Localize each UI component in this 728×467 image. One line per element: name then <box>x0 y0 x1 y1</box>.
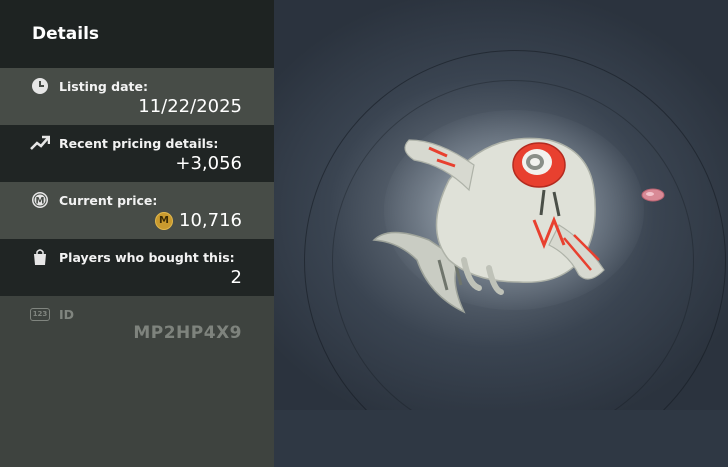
recent-pricing-label: Recent pricing details: <box>59 135 219 151</box>
map-marker-icon <box>641 188 665 202</box>
current-price-label: Current price: <box>59 192 158 208</box>
players-bought-label: Players who bought this: <box>59 249 235 265</box>
trend-up-icon <box>30 133 50 153</box>
recent-pricing-row: Recent pricing details: +3,056 <box>0 125 274 182</box>
players-bought-row: Players who bought this: 2 <box>0 239 274 296</box>
panel-bottom-fill <box>0 351 274 467</box>
svg-text:M: M <box>36 197 45 207</box>
recent-pricing-value: +3,056 <box>175 153 242 174</box>
id-row: 123 ID MP2HP4X9 <box>0 296 274 351</box>
creature-model <box>372 137 605 314</box>
listing-date-label: Listing date: <box>59 78 148 94</box>
current-price-row: M Current price: M 10,716 <box>0 182 274 239</box>
id-label: ID <box>59 306 75 322</box>
id-value: MP2HP4X9 <box>133 323 242 343</box>
item-preview-area <box>274 0 728 410</box>
listing-date-value: 11/22/2025 <box>138 96 242 117</box>
clock-icon <box>30 76 50 96</box>
panel-title: Details <box>32 24 100 44</box>
id-badge-icon: 123 <box>30 307 50 321</box>
details-panel: Details Listing date: 11/22/2025 Recent … <box>0 0 274 467</box>
listing-date-row: Listing date: 11/22/2025 <box>0 68 274 125</box>
current-price-value: 10,716 <box>179 210 242 231</box>
players-bought-value: 2 <box>230 267 242 288</box>
panel-header: Details <box>0 0 274 68</box>
coin-icon: M <box>155 211 174 230</box>
shopping-bag-icon <box>30 247 50 267</box>
currency-icon: M <box>30 190 50 210</box>
